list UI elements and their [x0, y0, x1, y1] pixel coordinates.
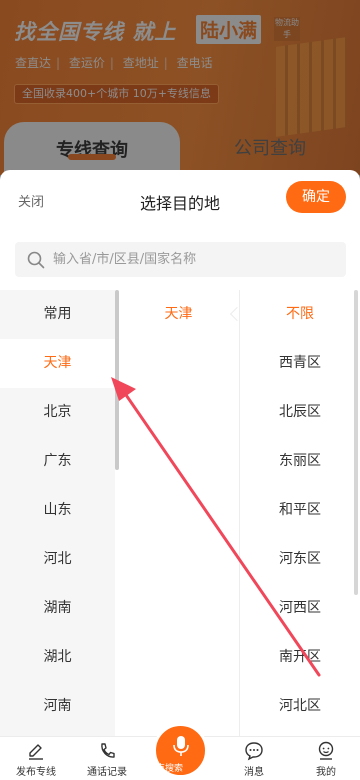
district-item[interactable]: 河东区 — [240, 535, 360, 584]
banner-link: 查电话 — [176, 56, 213, 70]
nav-messages-label: 消息 — [244, 767, 264, 778]
district-item[interactable]: 河北区 — [240, 682, 360, 731]
district-item[interactable]: 和平区 — [240, 486, 360, 535]
edit-icon — [29, 744, 43, 760]
query-tabs: 专线查询 公司查询 — [0, 118, 360, 178]
district-item[interactable]: 东丽区 — [240, 437, 360, 486]
banner-link: 查运价 — [68, 56, 105, 70]
search-input[interactable] — [53, 242, 338, 277]
confirm-button[interactable]: 确定 — [286, 181, 346, 213]
district-item-selected[interactable]: 不限 — [240, 290, 360, 339]
province-item[interactable]: 河南 — [0, 682, 115, 731]
banner-pill: 全国收录400+个城市 10万+专线信息 — [14, 84, 219, 104]
picker-header: 关闭 选择目的地 确定 — [0, 170, 360, 230]
province-item[interactable]: 北京 — [0, 388, 115, 437]
voice-search-button[interactable]: 点搜索 — [153, 723, 208, 778]
nav-mine[interactable]: 我的 — [290, 741, 360, 778]
nav-records-label: 通话记录 — [87, 767, 127, 778]
tab-company-query[interactable]: 公司查询 — [185, 134, 355, 160]
nav-mine-label: 我的 — [316, 767, 336, 778]
province-item-selected[interactable]: 天津 — [0, 339, 115, 388]
banner-link: 查直达 — [15, 56, 52, 70]
province-item[interactable]: 河北 — [0, 535, 115, 584]
province-item[interactable]: 常用 — [0, 290, 115, 339]
user-icon — [318, 741, 334, 760]
province-item[interactable]: 山东 — [0, 486, 115, 535]
district-scrollbar[interactable] — [354, 290, 358, 595]
microphone-icon — [173, 736, 189, 756]
chat-icon — [245, 742, 263, 761]
province-item[interactable]: 广东 — [0, 437, 115, 486]
banner-link: 查地址 — [122, 56, 159, 70]
district-item[interactable]: 南开区 — [240, 633, 360, 682]
destination-picker: 关闭 选择目的地 确定 常用 天津 北京 广东 山东 河北 湖南 湖北 河南 天… — [0, 170, 360, 736]
brand-tag: 物流助手 — [274, 17, 300, 41]
nav-records[interactable]: 通话记录 — [71, 741, 143, 778]
nav-publish[interactable]: 发布专线 — [0, 741, 72, 778]
province-list: 常用 天津 北京 广东 山东 河北 湖南 湖北 河南 — [0, 290, 115, 736]
district-item[interactable]: 西青区 — [240, 339, 360, 388]
banner-headline: 找全国专线 就上 — [14, 20, 177, 44]
district-list: 不限 西青区 北辰区 东丽区 和平区 河东区 河西区 南开区 河北区 — [239, 290, 360, 736]
nav-messages[interactable]: 消息 — [218, 741, 290, 778]
brand-logo: 陆小满 — [196, 15, 262, 44]
district-item[interactable]: 河西区 — [240, 584, 360, 633]
search-icon — [27, 251, 45, 269]
nav-search-label: 点搜索 — [156, 764, 184, 774]
phone-icon — [101, 743, 115, 758]
district-item[interactable]: 北辰区 — [240, 388, 360, 437]
bottom-nav: 发布专线 通话记录 点搜索 消息 我的 — [0, 723, 360, 780]
banner-links: 查直达 | 查运价 | 查地址 | 查电话 — [15, 56, 213, 70]
city-list: 天津 — [119, 290, 238, 736]
province-item[interactable]: 湖北 — [0, 633, 115, 682]
search-box — [15, 242, 346, 277]
province-item[interactable]: 湖南 — [0, 584, 115, 633]
nav-publish-label: 发布专线 — [16, 767, 56, 778]
city-item-selected[interactable]: 天津 — [119, 290, 238, 339]
